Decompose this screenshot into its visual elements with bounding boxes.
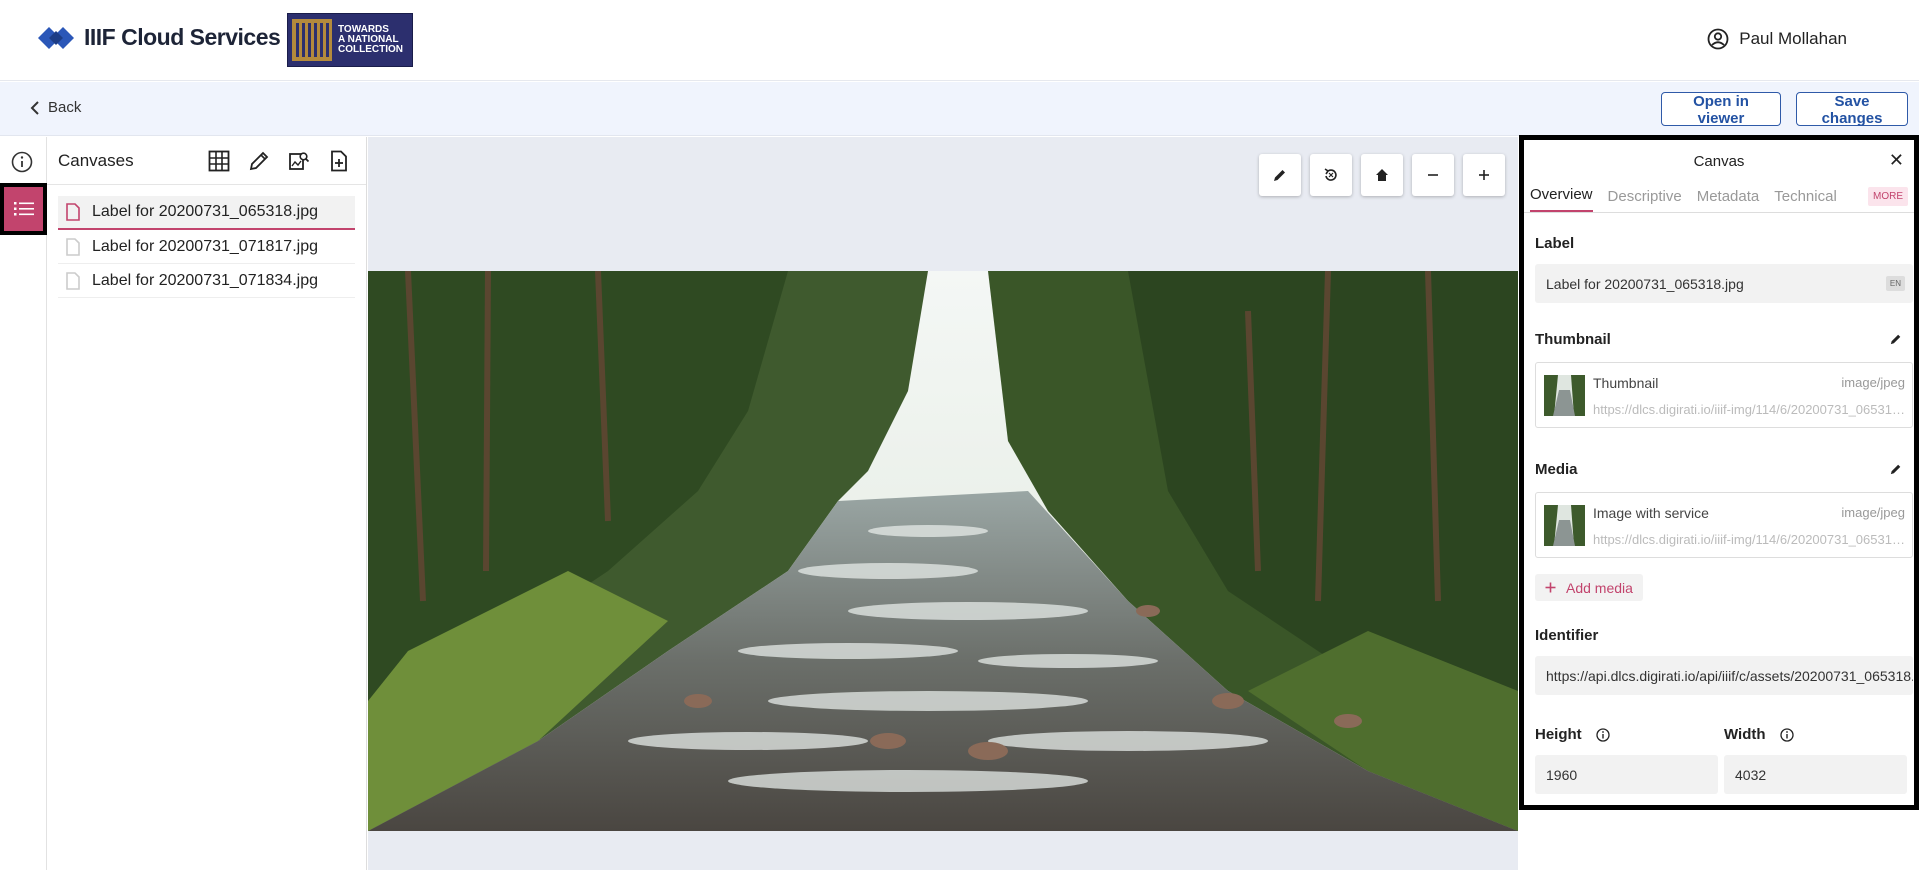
media-name: Image with service <box>1593 505 1709 521</box>
media-card[interactable]: Image with service image/jpeg https://dl… <box>1535 492 1913 558</box>
media-type: image/jpeg <box>1841 505 1905 520</box>
brand-logo-icon <box>38 26 74 49</box>
tab-metadata[interactable]: Metadata <box>1697 188 1760 212</box>
panel-title: Canvas <box>1693 153 1745 170</box>
media-heading: Media <box>1535 461 1578 478</box>
rail-canvas-list-button[interactable] <box>0 183 47 235</box>
thumbnail-card[interactable]: Thumbnail image/jpeg https://dlcs.digira… <box>1535 362 1913 428</box>
user-menu[interactable]: Paul Mollahan <box>1707 28 1847 50</box>
more-tabs-button[interactable]: MORE <box>1868 187 1908 206</box>
width-info-icon[interactable] <box>1780 728 1794 742</box>
canvas-item-label: Label for 20200731_071834.jpg <box>92 271 318 289</box>
info-icon <box>11 151 33 173</box>
canvases-panel: Canvases Label for 20200731_065318.jpg L… <box>47 137 367 870</box>
back-label: Back <box>48 99 82 116</box>
label-value: Label for 20200731_065318.jpg <box>1546 275 1744 292</box>
file-icon <box>66 203 80 221</box>
canvas-item-label: Label for 20200731_065318.jpg <box>92 203 318 220</box>
zoom-in-icon <box>1479 170 1489 180</box>
action-bar: Back Open in viewer Save changes <box>0 82 1919 136</box>
chevron-left-icon <box>30 100 39 115</box>
width-field[interactable]: 4032 <box>1724 755 1907 794</box>
file-icon <box>66 271 80 290</box>
save-changes-button[interactable]: Save changes <box>1796 92 1908 127</box>
canvas-list: Label for 20200731_065318.jpg Label for … <box>47 196 366 298</box>
user-name: Paul Mollahan <box>1739 29 1847 48</box>
list-icon <box>13 202 34 216</box>
canvases-header: Canvases <box>47 137 366 185</box>
media-preview <box>1544 505 1585 546</box>
add-media-button[interactable]: Add media <box>1535 574 1643 601</box>
thumbnail-heading: Thumbnail <box>1535 331 1611 348</box>
rotate-button[interactable] <box>1310 154 1352 196</box>
canvas-image[interactable] <box>368 271 1518 831</box>
height-heading: Height <box>1535 726 1582 743</box>
thumbnail-name: Thumbnail <box>1593 375 1659 391</box>
label-heading: Label <box>1535 235 1575 252</box>
partner-logo: TOWARDS A NATIONAL COLLECTION <box>287 13 413 67</box>
canvas-list-item[interactable]: Label for 20200731_065318.jpg <box>58 196 355 230</box>
canvases-title: Canvases <box>58 150 134 170</box>
image-search-icon[interactable] <box>286 148 311 173</box>
image-viewer[interactable] <box>368 137 1518 870</box>
close-icon[interactable]: ✕ <box>1889 150 1904 171</box>
label-field[interactable]: Label for 20200731_065318.jpg EN <box>1535 264 1913 303</box>
edit-thumbnail-pencil-icon[interactable] <box>1890 332 1902 350</box>
thumbnail-type: image/jpeg <box>1841 375 1905 390</box>
left-icon-rail <box>0 137 47 870</box>
home-button[interactable] <box>1361 154 1403 196</box>
brand-name: IIIF Cloud Services <box>84 24 281 50</box>
height-label: Height <box>1535 726 1610 743</box>
zoom-out-button[interactable] <box>1412 154 1454 196</box>
add-file-icon[interactable] <box>326 148 351 173</box>
brand[interactable]: IIIF Cloud Services <box>38 24 281 51</box>
canvas-list-item[interactable]: Label for 20200731_071817.jpg <box>58 230 355 264</box>
back-button[interactable]: Back <box>30 99 81 116</box>
width-label: Width <box>1724 726 1794 743</box>
tab-descriptive[interactable]: Descriptive <box>1608 188 1682 212</box>
edit-media-pencil-icon[interactable] <box>1890 462 1902 480</box>
edit-pencil-icon[interactable] <box>246 148 271 173</box>
home-icon <box>1376 169 1388 181</box>
annotate-button[interactable] <box>1259 154 1301 196</box>
viewer-toolbar <box>1259 154 1505 196</box>
zoom-in-button[interactable] <box>1463 154 1505 196</box>
language-badge[interactable]: EN <box>1885 276 1905 291</box>
identifier-value: https://api.dlcs.digirati.io/api/iiif/c/… <box>1546 667 1913 684</box>
rail-info-button[interactable] <box>11 151 33 178</box>
width-value: 4032 <box>1735 766 1767 783</box>
width-heading: Width <box>1724 726 1766 743</box>
top-header: IIIF Cloud Services TOWARDS A NATIONAL C… <box>0 0 1919 81</box>
grid-view-icon[interactable] <box>206 148 231 173</box>
plus-icon <box>1545 582 1556 593</box>
pencil-icon <box>1274 170 1285 181</box>
partner-text-line: COLLECTION <box>338 44 403 55</box>
rotate-icon <box>1324 168 1337 181</box>
identifier-field[interactable]: https://api.dlcs.digirati.io/api/iiif/c/… <box>1535 656 1913 695</box>
canvas-properties-panel: Canvas ✕ Overview Descriptive Metadata T… <box>1519 135 1919 810</box>
thumbnail-url: https://dlcs.digirati.io/iiif-img/114/6/… <box>1593 402 1907 417</box>
user-circle-icon <box>1707 28 1729 50</box>
zoom-out-icon <box>1428 174 1438 176</box>
panel-tabs: Overview Descriptive Metadata Technical … <box>1524 183 1914 213</box>
canvas-item-label: Label for 20200731_071817.jpg <box>92 237 318 255</box>
add-media-label: Add media <box>1566 579 1633 596</box>
height-info-icon[interactable] <box>1596 728 1610 742</box>
open-in-viewer-button[interactable]: Open in viewer <box>1661 92 1781 127</box>
identifier-heading: Identifier <box>1535 627 1599 644</box>
height-field[interactable]: 1960 <box>1535 755 1718 794</box>
height-value: 1960 <box>1546 766 1578 783</box>
tab-overview[interactable]: Overview <box>1530 186 1593 212</box>
media-url: https://dlcs.digirati.io/iiif-img/114/6/… <box>1593 532 1907 547</box>
tab-technical[interactable]: Technical <box>1774 188 1837 212</box>
thumbnail-preview <box>1544 375 1585 416</box>
partner-gate-icon <box>292 19 332 61</box>
canvas-list-item[interactable]: Label for 20200731_071834.jpg <box>58 264 355 298</box>
file-icon <box>66 237 80 256</box>
